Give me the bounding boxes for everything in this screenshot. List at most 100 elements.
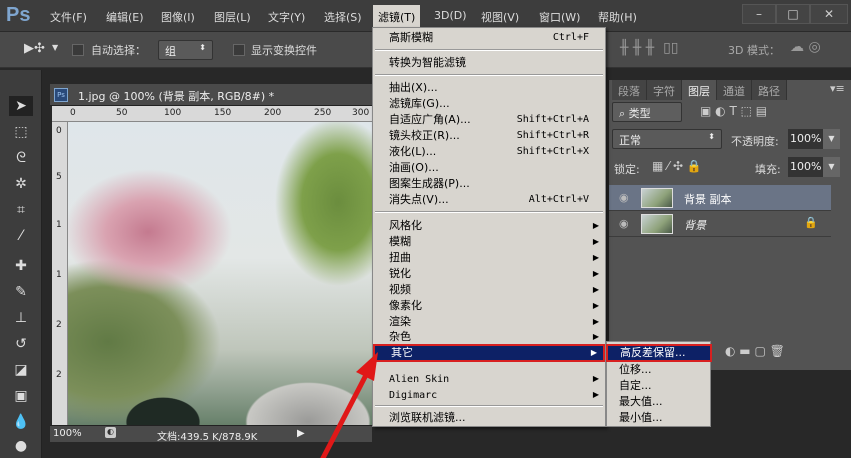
maximize-button[interactable]: □ <box>776 4 810 24</box>
layer-filter-icons[interactable]: ▣ ◐ T ⬚ ▤ <box>700 104 767 118</box>
submenu-arrow-icon: ▶ <box>592 237 599 246</box>
menu-layer[interactable]: 图层(L) <box>214 9 251 25</box>
menu-item-pattern-maker[interactable]: 图案生成器(P)... <box>373 176 605 192</box>
status-menu-arrow-icon[interactable]: ▶ <box>297 428 305 439</box>
submenu-arrow-icon: ▶ <box>592 301 599 310</box>
menu-item-label: 浏览联机滤镜... <box>389 411 466 424</box>
submenu-arrow-icon: ▶ <box>592 285 599 294</box>
layer-bottom-icons[interactable]: ◐ ▬ ▢ 🗑 <box>725 344 785 358</box>
submenu-item-maximum[interactable]: 最大值... <box>607 394 710 410</box>
menu-file[interactable]: 文件(F) <box>50 9 87 25</box>
ruler-left[interactable]: 0 5 1 1 2 2 <box>52 122 68 425</box>
move-tool-icon[interactable]: ▶✣ <box>24 41 45 56</box>
menu-item-convert-smart[interactable]: 转换为智能滤镜 <box>373 55 605 71</box>
stamp-tool-icon[interactable]: ⊥ <box>9 308 33 328</box>
lock-icon: 🔒 <box>804 216 818 229</box>
submenu-item-custom[interactable]: 自定... <box>607 378 710 394</box>
menu-item-video[interactable]: 视频 ▶ <box>373 282 605 298</box>
submenu-item-high-pass[interactable]: 高反差保留... <box>606 344 712 362</box>
submenu-item-offset[interactable]: 位移... <box>607 362 710 378</box>
menu-item-lens-correction[interactable]: 镜头校正(R)... Shift+Ctrl+R <box>373 128 605 144</box>
menu-filter[interactable]: 滤镜(T) <box>373 5 421 27</box>
menu-select[interactable]: 选择(S) <box>324 9 362 25</box>
menu-window[interactable]: 窗口(W) <box>539 9 580 25</box>
tab-character[interactable]: 字符 <box>647 80 682 100</box>
move-tool-icon[interactable]: ➤ <box>9 96 33 116</box>
eye-icon[interactable]: ◉ <box>619 191 629 204</box>
lock-icons[interactable]: ▦ ⁄ ✣ 🔒 <box>652 159 702 173</box>
opacity-label: 不透明度: <box>731 135 779 148</box>
opacity-input[interactable]: 100% <box>788 129 823 149</box>
eye-icon[interactable]: ◉ <box>619 217 629 230</box>
menu-item-browse-online[interactable]: 浏览联机滤镜... <box>373 410 605 426</box>
menu-edit[interactable]: 编辑(E) <box>106 9 144 25</box>
blur-tool-icon[interactable]: 💧 <box>9 412 33 432</box>
auto-select-checkbox[interactable] <box>72 44 84 56</box>
panel-menu-icon[interactable]: ▾≡ <box>830 82 845 95</box>
magic-wand-icon[interactable]: ✲ <box>9 174 33 194</box>
document-tab[interactable]: 1.jpg @ 100% (背景 副本, RGB/8#) * <box>50 84 372 106</box>
healing-brush-icon[interactable]: ✚ <box>9 256 33 276</box>
gradient-tool-icon[interactable]: ▣ <box>9 386 33 406</box>
history-brush-icon[interactable]: ↺ <box>9 334 33 354</box>
lasso-tool-icon[interactable]: ᘓ <box>9 148 33 168</box>
eraser-tool-icon[interactable]: ◪ <box>9 360 33 380</box>
show-transform-checkbox[interactable] <box>233 44 245 56</box>
menu-item-blur[interactable]: 模糊 ▶ <box>373 234 605 250</box>
menu-item-adaptive-wide-angle[interactable]: 自适应广角(A)... Shift+Ctrl+A <box>373 112 605 128</box>
minimize-button[interactable]: – <box>742 4 776 24</box>
canvas-image[interactable] <box>68 122 372 425</box>
layer-row-background[interactable]: ◉ 背景 🔒 <box>609 211 831 237</box>
menu-item-sharpen[interactable]: 锐化 ▶ <box>373 266 605 282</box>
eyedropper-icon[interactable]: ⁄ <box>9 226 33 246</box>
menu-item-label: 镜头校正(R)... <box>389 129 460 142</box>
menu-item-other[interactable]: 其它 ▶ <box>373 344 605 362</box>
menu-image[interactable]: 图像(I) <box>161 9 195 25</box>
tab-paths[interactable]: 路径 <box>752 80 787 100</box>
menu-item-label: 液化(L)... <box>389 145 437 158</box>
menu-item-stylize[interactable]: 风格化 ▶ <box>373 218 605 234</box>
dodge-tool-icon[interactable]: ● <box>9 436 33 456</box>
menu-item-noise[interactable]: 杂色 ▶ <box>373 329 605 345</box>
close-button[interactable]: ✕ <box>810 4 848 24</box>
menu-help[interactable]: 帮助(H) <box>598 9 637 25</box>
menu-item-vanishing-point[interactable]: 消失点(V)... Alt+Ctrl+V <box>373 192 605 208</box>
3d-rotate-icon[interactable]: ☁ ◎ <box>790 39 821 55</box>
menu-item-render[interactable]: 渲染 ▶ <box>373 314 605 330</box>
submenu-item-minimum[interactable]: 最小值... <box>607 410 710 426</box>
menu-item-oil-paint[interactable]: 油画(O)... <box>373 160 605 176</box>
layer-thumbnail <box>641 214 673 234</box>
fill-chevron-icon[interactable]: ▼ <box>823 157 840 177</box>
menu-item-filter-gallery[interactable]: 滤镜库(G)... <box>373 96 605 112</box>
layer-thumbnail <box>641 188 673 208</box>
menu-item-digimarc[interactable]: Digimarc ▶ <box>373 387 605 403</box>
menu-item-extract[interactable]: 抽出(X)... <box>373 80 605 96</box>
layer-name: 背景 <box>684 219 706 232</box>
crop-tool-icon[interactable]: ⌗ <box>9 200 33 220</box>
menu-item-pixelate[interactable]: 像素化 ▶ <box>373 298 605 314</box>
menu-type[interactable]: 文字(Y) <box>268 9 305 25</box>
auto-select-dropdown[interactable]: 组 ⬍ <box>158 40 213 60</box>
menu-item-alien-skin[interactable]: Alien Skin ▶ <box>373 371 605 387</box>
zoom-level[interactable]: 100% <box>53 428 82 439</box>
chevron-down-icon[interactable]: ▼ <box>52 43 58 52</box>
fill-input[interactable]: 100% <box>788 157 823 177</box>
status-icon[interactable]: ◐ <box>105 427 116 438</box>
menu-item-gaussian-blur[interactable]: 高斯模糊 Ctrl+F <box>373 30 605 46</box>
layer-filter-dropdown[interactable]: ⌕ 类型 <box>612 102 682 122</box>
tab-layers[interactable]: 图层 <box>682 80 717 100</box>
menu-3d[interactable]: 3D(D) <box>434 9 467 22</box>
menu-view[interactable]: 视图(V) <box>481 9 519 25</box>
tab-paragraph[interactable]: 段落 <box>612 80 647 100</box>
menu-item-liquify[interactable]: 液化(L)... Shift+Ctrl+X <box>373 144 605 160</box>
marquee-tool-icon[interactable]: ⬚ <box>9 122 33 142</box>
menu-item-distort[interactable]: 扭曲 ▶ <box>373 250 605 266</box>
align-icons[interactable]: ╫ ╫ ╫ ▯▯ <box>620 40 679 56</box>
opacity-chevron-icon[interactable]: ▼ <box>823 129 840 149</box>
auto-select-label: 自动选择： <box>91 44 146 57</box>
ruler-top[interactable]: 0 50 100 150 200 250 300 <box>52 106 372 122</box>
tab-channels[interactable]: 通道 <box>717 80 752 100</box>
brush-tool-icon[interactable]: ✎ <box>9 282 33 302</box>
layer-row-background-copy[interactable]: ◉ 背景 副本 <box>609 185 831 211</box>
blend-mode-dropdown[interactable]: 正常 ⬍ <box>612 129 722 149</box>
